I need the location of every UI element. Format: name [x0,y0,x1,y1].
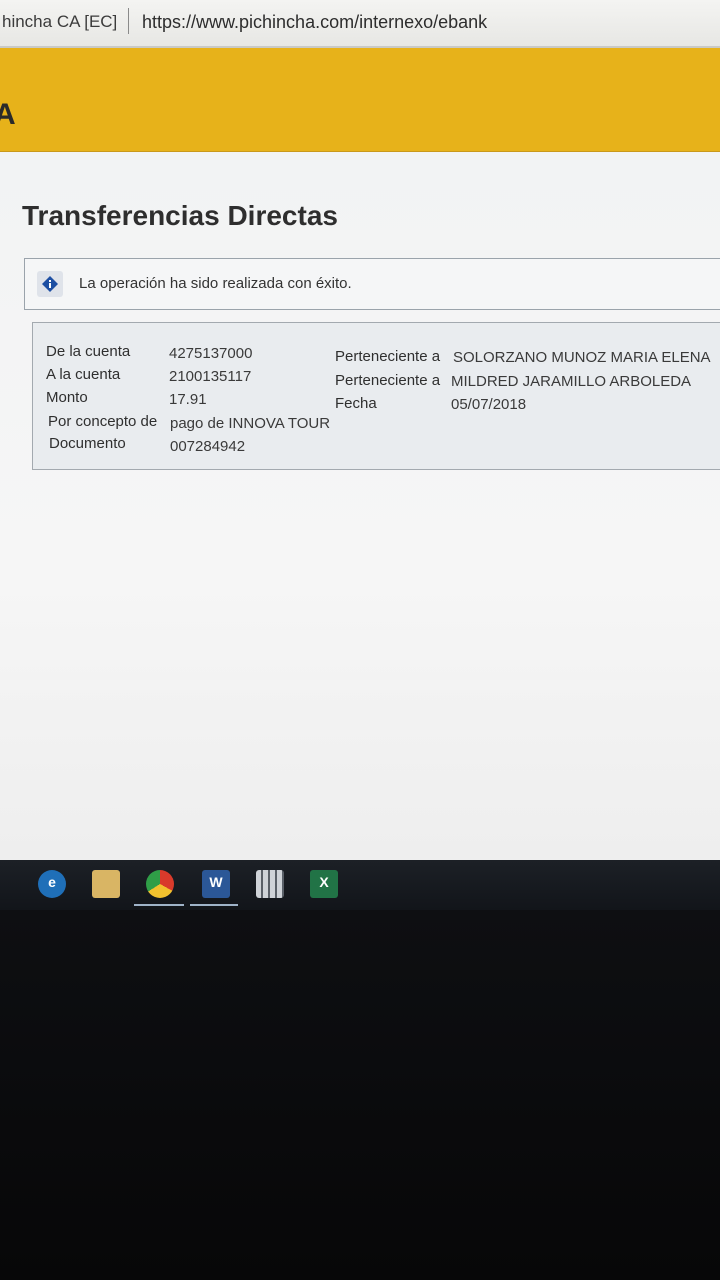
screen: hincha CA [EC] https://www.pichincha.com… [0,0,720,1280]
date-label: Fecha [335,395,377,412]
from-account-value: 4275137000 [169,345,253,362]
file-explorer-icon[interactable] [92,870,120,898]
concept-value: pago de INNOVA TOUR [170,415,331,432]
to-account-value: 2100135117 [169,368,252,385]
desk-surface [0,910,720,1280]
word-letter: W [209,874,223,890]
chrome-icon[interactable] [146,870,174,898]
date-value: 05/07/2018 [451,396,527,413]
success-message-text: La operación ha sido realizada con éxito… [79,275,352,292]
from-account-label: De la cuenta [46,343,131,360]
bank-logo[interactable]: A [0,98,16,132]
page-title: Transferencias Directas [22,200,338,231]
to-owner-value: MILDRED JARAMILLO ARBOLEDA [451,373,692,390]
concept-label: Por concepto de [48,413,158,430]
excel-icon[interactable]: X [310,870,338,898]
internet-explorer-icon[interactable]: e [38,870,66,898]
to-account-label: A la cuenta [46,366,121,383]
site-identity-label[interactable]: hincha CA [EC] [2,12,117,32]
bank-header: A [0,48,720,152]
document-value: 007284942 [170,438,246,455]
success-message-box: La operación ha sido realizada con éxito… [24,258,720,310]
document-label: Documento [49,435,126,452]
word-active-indicator [190,904,238,906]
info-diamond-icon [37,271,63,297]
word-icon[interactable]: W [202,870,230,898]
amount-value: 17.91 [169,391,207,408]
browser-address-bar: hincha CA [EC] https://www.pichincha.com… [0,0,720,48]
address-separator [128,8,129,34]
transfer-details: De la cuenta 4275137000 Perteneciente a … [32,322,720,470]
from-owner-value: SOLORZANO MUNOZ MARIA ELENA [453,349,711,366]
amount-label: Monto [46,389,88,406]
chrome-active-indicator [134,904,184,906]
excel-letter: X [319,874,329,890]
url-field[interactable]: https://www.pichincha.com/internexo/eban… [142,12,487,33]
from-owner-label: Perteneciente a [335,348,441,365]
main-content: Transferencias Directas La operación ha … [0,152,720,860]
windows-taskbar: e W X [0,860,720,910]
to-owner-label: Perteneciente a [335,372,441,389]
calculator-icon[interactable] [256,870,284,898]
